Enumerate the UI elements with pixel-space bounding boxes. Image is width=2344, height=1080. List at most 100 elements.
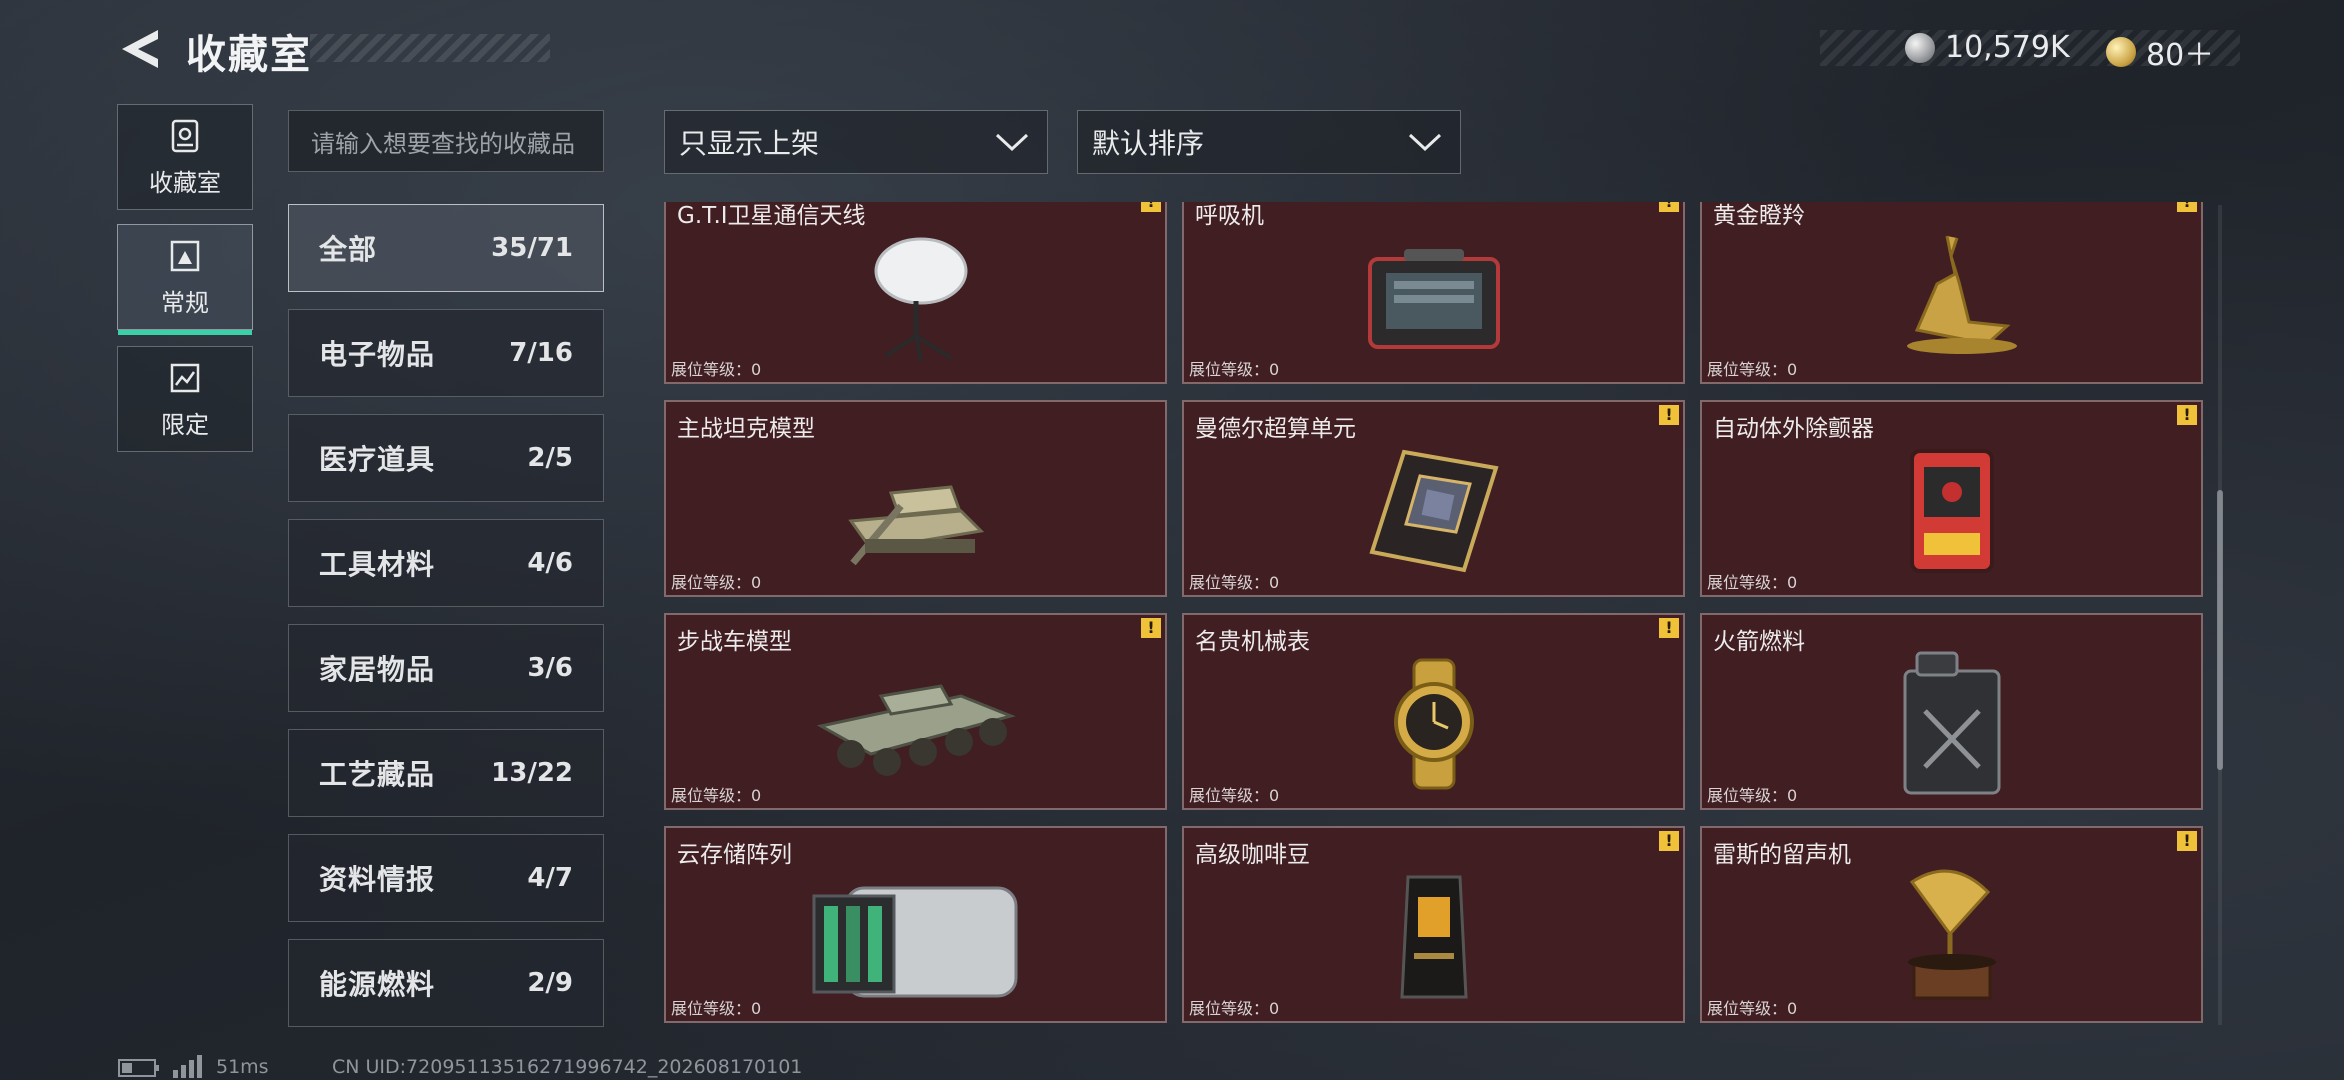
nav-label: 限定 xyxy=(161,410,209,439)
item-name: 火箭燃料 xyxy=(1713,629,1805,655)
category-name: 医疗道具 xyxy=(319,443,436,476)
item-name: 高级咖啡豆 xyxy=(1195,842,1310,868)
item-card-ifv-model[interactable]: 步战车模型 ! 展位等级：0 xyxy=(664,613,1167,810)
item-card-defibrillator[interactable]: 自动体外除颤器 ! 展位等级：0 xyxy=(1700,400,2203,597)
item-card-cloud-storage-array[interactable]: 云存储阵列 展位等级：0 xyxy=(664,826,1167,1023)
category-crafts[interactable]: 工艺藏品 13/22 xyxy=(288,729,604,817)
silver-currency: 10,579K xyxy=(1905,30,2070,65)
search-input[interactable]: 请输入想要查找的收藏品 xyxy=(288,110,604,172)
category-name: 工具材料 xyxy=(319,548,436,581)
category-count: 4/7 xyxy=(527,863,573,893)
page-title: 收藏室 xyxy=(186,32,312,78)
item-name: 主战坦克模型 xyxy=(677,416,815,442)
category-household[interactable]: 家居物品 3/6 xyxy=(288,624,604,712)
item-card-supercomputer-unit[interactable]: 曼德尔超算单元 ! 展位等级：0 xyxy=(1182,400,1685,597)
item-card-golden-gazelle[interactable]: 黄金瞪羚 ! 展位等级：0 xyxy=(1700,202,2203,384)
item-name: 自动体外除颤器 xyxy=(1713,416,1874,442)
item-name: 呼吸机 xyxy=(1195,203,1264,229)
category-name: 全部 xyxy=(319,233,378,266)
warning-icon: ! xyxy=(1141,202,1161,212)
player-uid: CN UID:72095113516271996742_202608170101 xyxy=(332,1056,803,1078)
category-medical[interactable]: 医疗道具 2/5 xyxy=(288,414,604,502)
item-card-coffee-beans[interactable]: 高级咖啡豆 ! 展位等级：0 xyxy=(1182,826,1685,1023)
dropdown-value: 只显示上架 xyxy=(679,127,820,160)
exhibit-level: 展位等级：0 xyxy=(1189,360,1280,379)
silver-currency-value: 10,579K xyxy=(1945,30,2070,65)
scrollbar-thumb[interactable] xyxy=(2217,490,2223,770)
category-count: 35/71 xyxy=(491,233,573,263)
tank-model-image xyxy=(847,484,984,565)
warning-icon: ! xyxy=(2177,405,2197,425)
category-tools[interactable]: 工具材料 4/6 xyxy=(288,519,604,607)
item-grid[interactable]: G.T.I卫星通信天线 ! 展位等级：0 呼吸机 ! 展位等级：0 黄金瞪羚 !… xyxy=(662,202,2206,1027)
exhibit-level: 展位等级：0 xyxy=(671,786,762,805)
warning-icon: ! xyxy=(2177,202,2197,212)
dropdown-value: 默认排序 xyxy=(1092,127,1205,160)
nav-limited[interactable]: 限定 xyxy=(117,346,253,452)
category-count: 4/6 xyxy=(527,548,573,578)
category-count: 2/9 xyxy=(527,968,573,998)
category-name: 电子物品 xyxy=(319,338,436,371)
category-name: 资料情报 xyxy=(319,863,436,896)
regular-icon xyxy=(170,240,200,271)
item-name: 黄金瞪羚 xyxy=(1713,203,1805,229)
availability-filter-dropdown[interactable]: 只显示上架 xyxy=(664,110,1048,174)
chevron-down-icon xyxy=(995,133,1029,152)
back-arrow-icon[interactable] xyxy=(118,26,164,72)
luxury-watch-image xyxy=(1393,658,1474,789)
item-name: 曼德尔超算单元 xyxy=(1195,416,1356,442)
exhibit-level: 展位等级：0 xyxy=(671,360,762,379)
category-count: 7/16 xyxy=(509,338,573,368)
category-name: 工艺藏品 xyxy=(319,758,436,791)
item-card-gramophone[interactable]: 雷斯的留声机 ! 展位等级：0 xyxy=(1700,826,2203,1023)
warning-icon: ! xyxy=(1659,618,1679,638)
item-card-ventilator[interactable]: 呼吸机 ! 展位等级：0 xyxy=(1182,202,1685,384)
exhibit-level: 展位等级：0 xyxy=(1707,786,1798,805)
item-card-rocket-fuel[interactable]: 火箭燃料 展位等级：0 xyxy=(1700,613,2203,810)
coffee-beans-image xyxy=(1399,875,1468,998)
warning-icon: ! xyxy=(1659,405,1679,425)
sort-dropdown[interactable]: 默认排序 xyxy=(1077,110,1461,174)
warning-icon: ! xyxy=(1141,618,1161,638)
exhibit-level: 展位等级：0 xyxy=(1707,573,1798,592)
category-count: 2/5 xyxy=(527,443,573,473)
ifv-model-image xyxy=(816,683,1016,776)
defibrillator-image xyxy=(1909,448,1994,573)
exhibit-level: 展位等级：0 xyxy=(671,573,762,592)
exhibit-level: 展位等级：0 xyxy=(1707,999,1798,1018)
title-decoration xyxy=(310,34,550,62)
collection-room-icon xyxy=(171,119,199,152)
supercomputer-unit-image xyxy=(1368,449,1499,572)
item-card-luxury-watch[interactable]: 名贵机械表 ! 展位等级：0 xyxy=(1182,613,1685,810)
gold-coin-icon xyxy=(2106,37,2136,67)
warning-icon: ! xyxy=(1659,202,1679,212)
exhibit-level: 展位等级：0 xyxy=(1189,573,1280,592)
signal-icon xyxy=(173,1055,202,1078)
category-fuel[interactable]: 能源燃料 2/9 xyxy=(288,939,604,1027)
exhibit-level: 展位等级：0 xyxy=(1189,999,1280,1018)
item-card-satellite-antenna[interactable]: G.T.I卫星通信天线 ! 展位等级：0 xyxy=(664,202,1167,384)
ventilator-image xyxy=(1367,248,1500,349)
ping-value: 51ms xyxy=(216,1056,269,1078)
exhibit-level: 展位等级：0 xyxy=(671,999,762,1018)
category-intel[interactable]: 资料情报 4/7 xyxy=(288,834,604,922)
category-all[interactable]: 全部 35/71 xyxy=(288,204,604,292)
satellite-antenna-image xyxy=(874,237,967,361)
category-name: 家居物品 xyxy=(319,653,436,686)
golden-gazelle-image xyxy=(1906,235,2017,354)
gold-currency: 80＋ xyxy=(2106,30,2214,74)
item-card-tank-model[interactable]: 主战坦克模型 展位等级：0 xyxy=(664,400,1167,597)
battery-icon xyxy=(118,1059,159,1077)
exhibit-level: 展位等级：0 xyxy=(1707,360,1798,379)
nav-label: 收藏室 xyxy=(149,168,221,197)
rocket-fuel-image xyxy=(1903,651,2000,794)
category-electronics[interactable]: 电子物品 7/16 xyxy=(288,309,604,397)
item-name: 步战车模型 xyxy=(677,629,792,655)
silver-coin-icon xyxy=(1905,32,1935,63)
item-name: 名贵机械表 xyxy=(1195,629,1310,655)
nav-collection-room[interactable]: 收藏室 xyxy=(117,104,253,210)
gramophone-image xyxy=(1907,869,1996,999)
warning-icon: ! xyxy=(1659,831,1679,851)
item-name: 雷斯的留声机 xyxy=(1713,842,1851,868)
nav-regular[interactable]: 常规 xyxy=(117,224,253,335)
